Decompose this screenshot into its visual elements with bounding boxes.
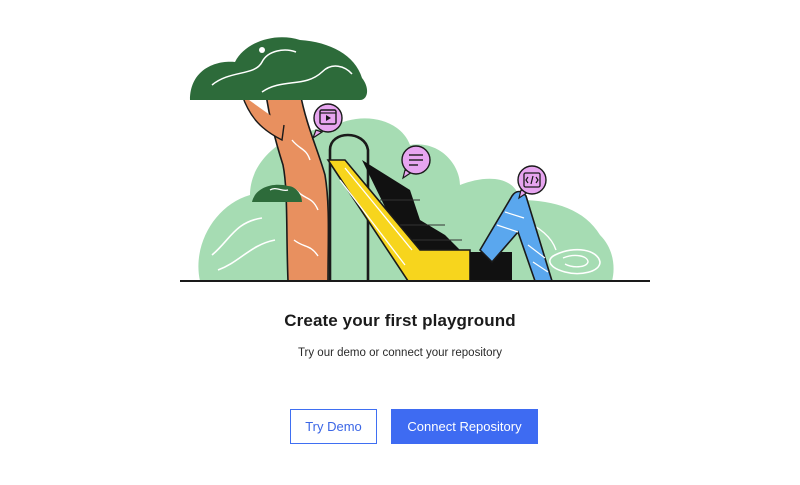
code-brackets-icon (517, 165, 547, 200)
empty-state-subtitle: Try our demo or connect your repository (297, 347, 503, 359)
try-demo-button[interactable]: Try Demo (290, 409, 377, 444)
empty-state-title: Create your first playground (284, 311, 516, 330)
connect-repository-button[interactable]: Connect Repository (391, 409, 538, 444)
playground-illustration (180, 37, 650, 282)
